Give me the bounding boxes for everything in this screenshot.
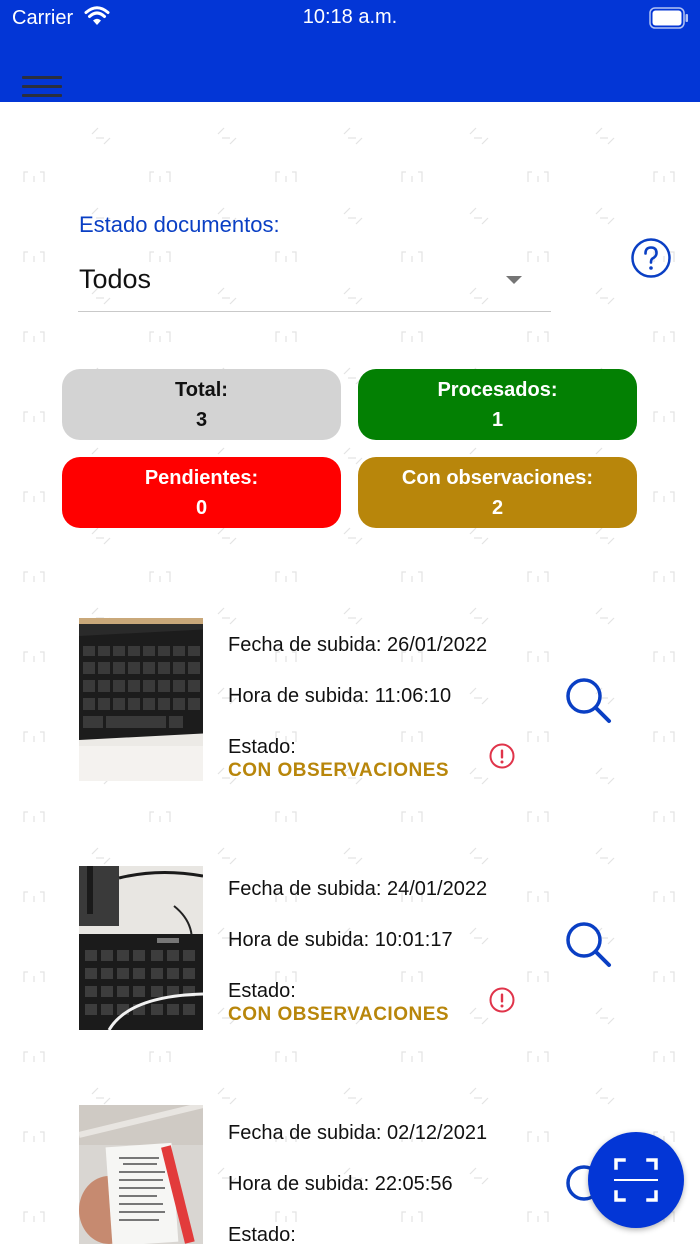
status-value: CON OBSERVACIONES xyxy=(228,1004,450,1025)
stat-total-label: Total: xyxy=(175,379,228,401)
document-scan-icon xyxy=(614,1158,658,1202)
help-circle-icon[interactable] xyxy=(631,238,671,278)
upload-date: Fecha de subida: 26/01/2022 xyxy=(228,634,488,656)
document-thumbnail[interactable] xyxy=(79,1105,203,1244)
clock-label: 10:18 a.m. xyxy=(302,6,398,28)
status-bar: Carrier 10:18 a.m. xyxy=(0,0,700,38)
alert-circle-icon[interactable] xyxy=(489,743,515,769)
scan-document-button[interactable] xyxy=(588,1132,684,1228)
app-header: Carrier 10:18 a.m. xyxy=(0,0,700,102)
stat-processed-label: Procesados: xyxy=(437,379,558,401)
document-item[interactable]: Fecha de subida: 26/01/2022 Hora de subi… xyxy=(0,618,700,788)
stat-observed-value: 2 xyxy=(491,497,504,519)
menu-button[interactable] xyxy=(22,76,62,102)
filter-label: Estado documentos: xyxy=(79,212,280,237)
dropdown-arrow-icon xyxy=(506,276,522,284)
status-label: Estado: xyxy=(228,980,296,1002)
status-value: CON OBSERVACIONES xyxy=(228,760,450,781)
status-filter-select[interactable]: Todos xyxy=(78,256,551,312)
upload-time: Hora de subida: 11:06:10 xyxy=(228,685,452,707)
filter-selected-value: Todos xyxy=(79,264,152,294)
stat-processed-value: 1 xyxy=(491,409,504,431)
stat-observed-card[interactable]: Con observaciones: 2 xyxy=(358,457,637,528)
battery-icon xyxy=(649,7,688,29)
alert-circle-icon[interactable] xyxy=(489,987,515,1013)
status-label: Estado: xyxy=(228,736,296,758)
document-item[interactable]: Fecha de subida: 24/01/2022 Hora de subi… xyxy=(0,866,700,1036)
upload-date: Fecha de subida: 02/12/2021 xyxy=(228,1122,488,1144)
document-thumbnail[interactable] xyxy=(79,618,203,781)
magnifier-icon[interactable] xyxy=(564,676,612,724)
magnifier-icon[interactable] xyxy=(564,920,612,968)
upload-time: Hora de subida: 10:01:17 xyxy=(228,929,453,951)
stat-observed-label: Con observaciones: xyxy=(401,467,594,489)
stat-pending-card[interactable]: Pendientes: 0 xyxy=(62,457,341,528)
stat-pending-value: 0 xyxy=(195,497,208,519)
upload-time: Hora de subida: 22:05:56 xyxy=(228,1173,453,1195)
stat-total-value: 3 xyxy=(195,409,208,431)
stat-total-card[interactable]: Total: 3 xyxy=(62,369,341,440)
upload-date: Fecha de subida: 24/01/2022 xyxy=(228,878,488,900)
stat-pending-label: Pendientes: xyxy=(144,467,259,489)
stat-processed-card[interactable]: Procesados: 1 xyxy=(358,369,637,440)
hamburger-menu-icon xyxy=(22,76,62,79)
document-thumbnail[interactable] xyxy=(79,866,203,1030)
status-label: Estado: xyxy=(228,1224,296,1244)
